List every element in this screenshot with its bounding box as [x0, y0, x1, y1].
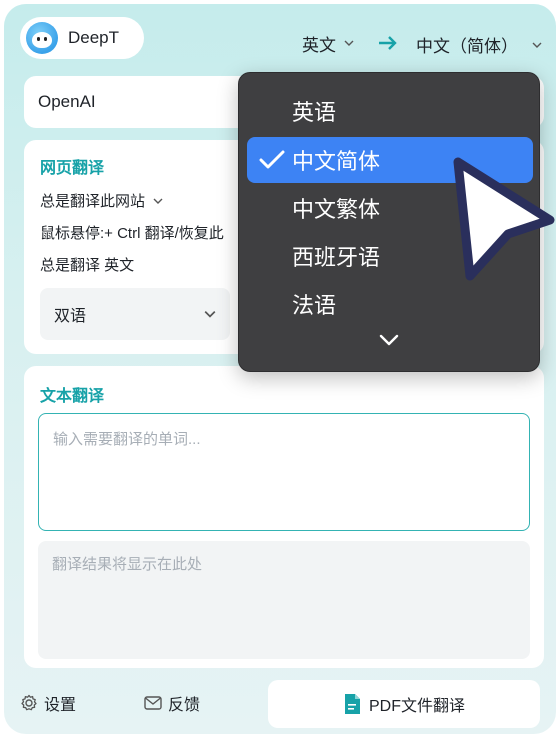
dropdown-item-english[interactable]: 英语	[247, 88, 533, 134]
arrow-right-icon[interactable]	[378, 35, 398, 51]
target-lang-select[interactable]: 中文（简体）	[416, 32, 542, 57]
dropdown-item-label: 西班牙语	[292, 245, 381, 270]
feedback-label: 反馈	[168, 697, 201, 714]
footer-bar: 设置 反馈 PDF文件翻译	[4, 680, 556, 730]
translation-input[interactable]: 输入需要翻译的单词...	[38, 413, 530, 531]
display-mode-label: 双语	[54, 308, 87, 325]
pdf-translate-button[interactable]: PDF文件翻译	[268, 680, 540, 728]
engine-label: OpenAI	[38, 92, 96, 111]
text-translation-title: 文本翻译	[40, 388, 105, 405]
dropdown-item-label: 英语	[292, 100, 337, 125]
settings-label: 设置	[44, 697, 77, 714]
gear-icon	[21, 694, 37, 711]
pointer-cursor-icon	[453, 157, 555, 281]
chevron-down-icon	[344, 40, 354, 46]
feedback-button[interactable]: 反馈	[144, 691, 200, 715]
chevron-down-icon	[153, 198, 163, 204]
web-translation-title: 网页翻译	[40, 160, 105, 177]
pdf-translate-label: PDF文件翻译	[368, 698, 465, 715]
dropdown-item-label: 中文繁体	[292, 197, 381, 222]
chevron-down-icon	[532, 42, 542, 48]
app-name: DeepT	[68, 28, 120, 47]
always-translate-site-option[interactable]: 总是翻译此网站	[40, 190, 163, 211]
app-logo[interactable]: DeepT	[20, 17, 144, 59]
display-mode-select[interactable]: 双语	[40, 288, 230, 340]
always-translate-lang[interactable]: 总是翻译 英文	[40, 254, 134, 275]
chevron-down-icon[interactable]	[379, 333, 399, 347]
source-lang-label: 英文	[302, 35, 336, 55]
always-translate-site-label: 总是翻译此网站	[40, 193, 146, 210]
dropdown-item-label: 中文简体	[292, 149, 381, 174]
hover-hint: 鼠标悬停:+ Ctrl 翻译/恢复此	[40, 225, 224, 242]
pdf-file-icon	[344, 694, 360, 714]
mail-icon	[144, 696, 162, 710]
dropdown-item-french[interactable]: 法语	[247, 281, 533, 327]
chevron-down-icon	[204, 311, 216, 318]
app-window: DeepT 英文 中文（简体） OpenAI 网页翻译 总是翻译此网站 鼠标悬停…	[4, 4, 556, 734]
translation-output: 翻译结果将显示在此处	[38, 541, 530, 659]
source-lang-select[interactable]: 英文	[302, 32, 354, 55]
settings-button[interactable]: 设置	[20, 691, 76, 715]
dropdown-item-label: 法语	[292, 293, 337, 318]
target-lang-label: 中文（简体）	[416, 37, 518, 56]
mascot-logo	[26, 22, 58, 54]
check-icon	[259, 150, 285, 169]
text-translation-card: 文本翻译 输入需要翻译的单词... 翻译结果将显示在此处	[24, 366, 544, 668]
